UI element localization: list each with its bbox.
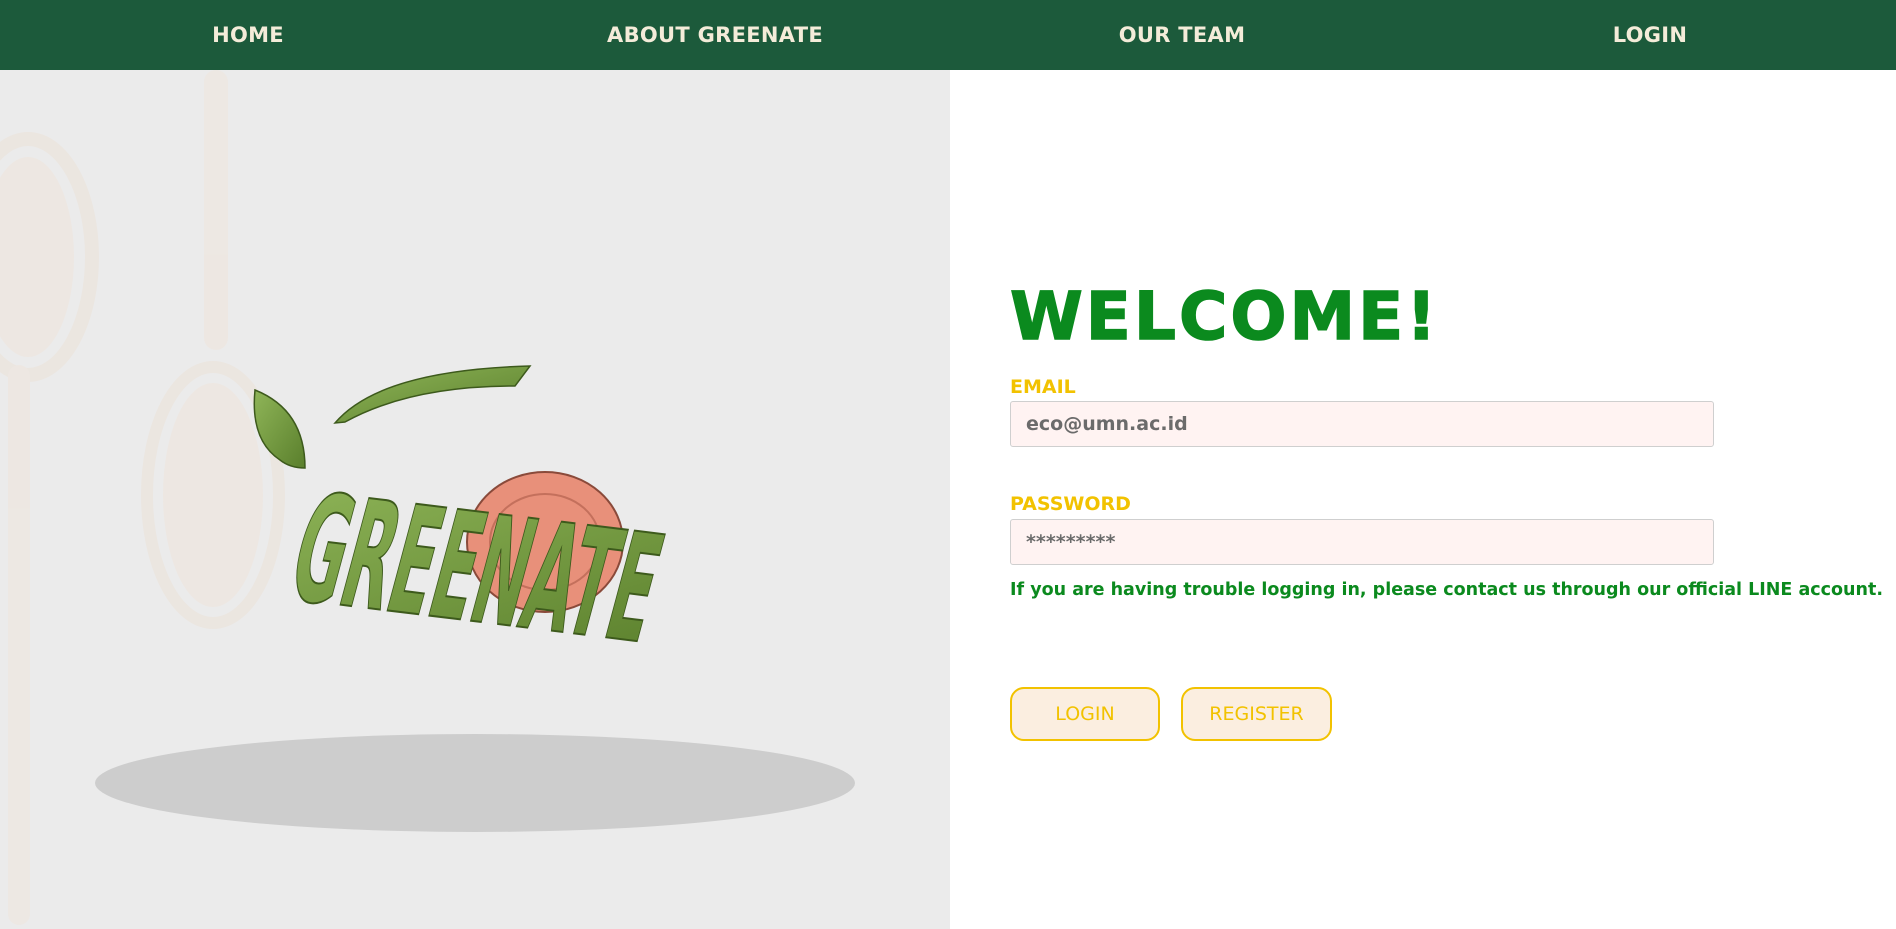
hero-panel: GREENATE: [0, 70, 950, 929]
logo-shadow: [95, 734, 855, 832]
login-panel: WELCOME! EMAIL PASSWORD If you are havin…: [950, 70, 1896, 929]
email-input[interactable]: [1010, 401, 1714, 447]
logo-wordmark: GREENATE: [275, 462, 678, 677]
login-help-text: If you are having trouble logging in, pl…: [1010, 580, 1883, 600]
welcome-heading: WELCOME!: [1009, 278, 1440, 355]
top-navbar: HOME ABOUT GREENATE OUR TEAM LOGIN: [0, 0, 1896, 70]
spoon-decoration-left: [0, 132, 99, 925]
greenate-logo: GREENATE: [253, 365, 679, 678]
password-label: PASSWORD: [1010, 493, 1131, 515]
login-button[interactable]: LOGIN: [1010, 687, 1160, 741]
password-input[interactable]: [1010, 519, 1714, 565]
spoon-decoration-middle: [141, 70, 285, 629]
nav-our-team-link[interactable]: OUR TEAM: [1119, 0, 1246, 70]
email-label: EMAIL: [1010, 376, 1076, 398]
nav-login-link[interactable]: LOGIN: [1613, 0, 1688, 70]
hero-illustration: GREENATE: [0, 70, 855, 925]
register-button[interactable]: REGISTER: [1181, 687, 1332, 741]
nav-about-link[interactable]: ABOUT GREENATE: [607, 0, 823, 70]
nav-home-link[interactable]: HOME: [212, 0, 284, 70]
